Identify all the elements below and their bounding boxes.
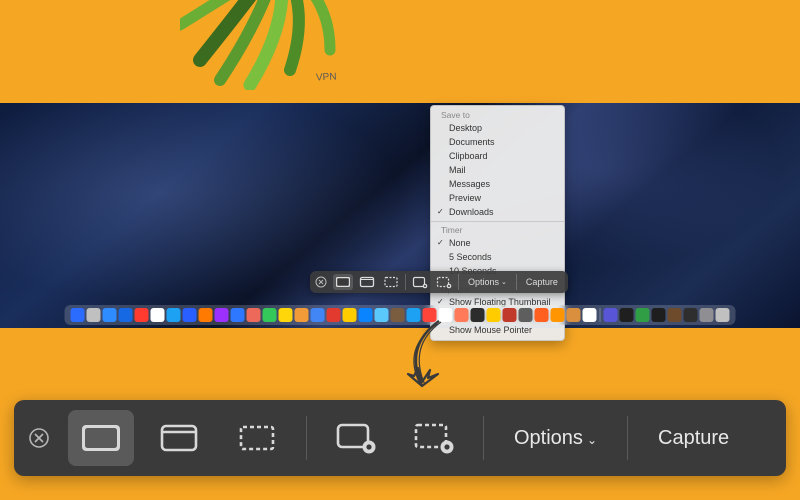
screenshot-toolbar-zoomed: Options ⌄ Capture xyxy=(14,400,786,476)
watermark-text: VPN xyxy=(316,71,337,83)
dock-app-icon[interactable] xyxy=(295,308,309,322)
dock-app-icon[interactable] xyxy=(343,308,357,322)
options-label: Options xyxy=(514,427,583,450)
popup-item-documents[interactable]: Documents xyxy=(431,135,564,149)
wallpaper-mojave xyxy=(0,103,800,328)
dock-app-icon[interactable] xyxy=(700,308,714,322)
dock-app-icon[interactable] xyxy=(652,308,666,322)
dock-app-icon[interactable] xyxy=(551,308,565,322)
dock-app-icon[interactable] xyxy=(103,308,117,322)
close-button[interactable] xyxy=(26,425,52,451)
dock-app-icon[interactable] xyxy=(455,308,469,322)
options-button[interactable]: Options ⌄ xyxy=(494,410,617,466)
popup-divider xyxy=(431,221,564,222)
capture-button[interactable]: Capture xyxy=(638,410,749,466)
capture-entire-screen-button[interactable] xyxy=(68,410,134,466)
dock-app-icon[interactable] xyxy=(151,308,165,322)
capture-label: Capture xyxy=(658,427,729,450)
dock-app-icon[interactable] xyxy=(567,308,581,322)
dock-app-icon[interactable] xyxy=(215,308,229,322)
dock-app-icon[interactable] xyxy=(636,308,650,322)
record-selection-button[interactable] xyxy=(434,274,454,290)
dock-app-icon[interactable] xyxy=(684,308,698,322)
dock-app-icon[interactable] xyxy=(279,308,293,322)
capture-selection-button[interactable] xyxy=(224,410,290,466)
record-entire-screen-button[interactable] xyxy=(323,410,389,466)
dock-app-icon[interactable] xyxy=(199,308,213,322)
dock-app-icon[interactable] xyxy=(391,308,405,322)
dock-app-icon[interactable] xyxy=(471,308,485,322)
toolbar-divider xyxy=(405,274,406,290)
dock-app-icon[interactable] xyxy=(716,308,730,322)
toolbar-divider xyxy=(458,274,459,290)
dock-app-icon[interactable] xyxy=(135,308,149,322)
dock-app-icon[interactable] xyxy=(583,308,597,322)
capture-label: Capture xyxy=(526,277,558,287)
toolbar-divider xyxy=(483,416,484,460)
dock-app-icon[interactable] xyxy=(231,308,245,322)
dock-app-icon[interactable] xyxy=(327,308,341,322)
popup-item-timer-none[interactable]: None xyxy=(431,236,564,250)
popup-item-desktop[interactable]: Desktop xyxy=(431,121,564,135)
close-button[interactable] xyxy=(315,275,329,289)
dock-app-icon[interactable] xyxy=(439,308,453,322)
capture-button[interactable]: Capture xyxy=(521,277,563,287)
record-selection-button[interactable] xyxy=(401,410,467,466)
dock-app-icon[interactable] xyxy=(375,308,389,322)
capture-selection-button[interactable] xyxy=(381,274,401,290)
macos-dock xyxy=(65,305,736,325)
capture-window-button[interactable] xyxy=(146,410,212,466)
dock-app-icon[interactable] xyxy=(87,308,101,322)
dock-app-icon[interactable] xyxy=(535,308,549,322)
popup-item-mail[interactable]: Mail xyxy=(431,163,564,177)
dock-app-icon[interactable] xyxy=(604,308,618,322)
dock-app-icon[interactable] xyxy=(620,308,634,322)
dock-app-icon[interactable] xyxy=(183,308,197,322)
dock-app-icon[interactable] xyxy=(519,308,533,322)
capture-entire-screen-button[interactable] xyxy=(333,274,353,290)
dock-app-icon[interactable] xyxy=(668,308,682,322)
dock-app-icon[interactable] xyxy=(359,308,373,322)
options-button[interactable]: Options⌄ xyxy=(463,277,512,287)
record-entire-screen-button[interactable] xyxy=(410,274,430,290)
dock-app-icon[interactable] xyxy=(167,308,181,322)
toolbar-divider xyxy=(516,274,517,290)
dock-app-icon[interactable] xyxy=(503,308,517,322)
dock-app-icon[interactable] xyxy=(407,308,421,322)
popup-item-messages[interactable]: Messages xyxy=(431,177,564,191)
dock-app-icon[interactable] xyxy=(263,308,277,322)
popup-item-clipboard[interactable]: Clipboard xyxy=(431,149,564,163)
toolbar-divider xyxy=(306,416,307,460)
popup-item-preview[interactable]: Preview xyxy=(431,191,564,205)
popup-item-show-pointer[interactable]: Show Mouse Pointer xyxy=(431,323,564,337)
popup-section-timer-title: Timer xyxy=(431,224,564,236)
capture-window-button[interactable] xyxy=(357,274,377,290)
dock-app-icon[interactable] xyxy=(423,308,437,322)
dock-app-icon[interactable] xyxy=(311,308,325,322)
popup-item-downloads[interactable]: Downloads xyxy=(431,205,564,219)
toolbar-divider xyxy=(627,416,628,460)
options-label: Options xyxy=(468,277,499,287)
dock-app-icon[interactable] xyxy=(119,308,133,322)
dock-app-icon[interactable] xyxy=(247,308,261,322)
popup-item-timer-5s[interactable]: 5 Seconds xyxy=(431,250,564,264)
dock-app-icon[interactable] xyxy=(71,308,85,322)
chevron-down-icon: ⌄ xyxy=(501,278,507,286)
popup-section-saveto-title: Save to xyxy=(431,109,564,121)
dock-separator xyxy=(600,308,601,322)
chevron-down-icon: ⌄ xyxy=(587,433,597,447)
dock-app-icon[interactable] xyxy=(487,308,501,322)
screenshot-toolbar-small: Options⌄ Capture xyxy=(310,271,568,293)
macos-desktop: Save to Desktop Documents Clipboard Mail… xyxy=(0,103,800,328)
